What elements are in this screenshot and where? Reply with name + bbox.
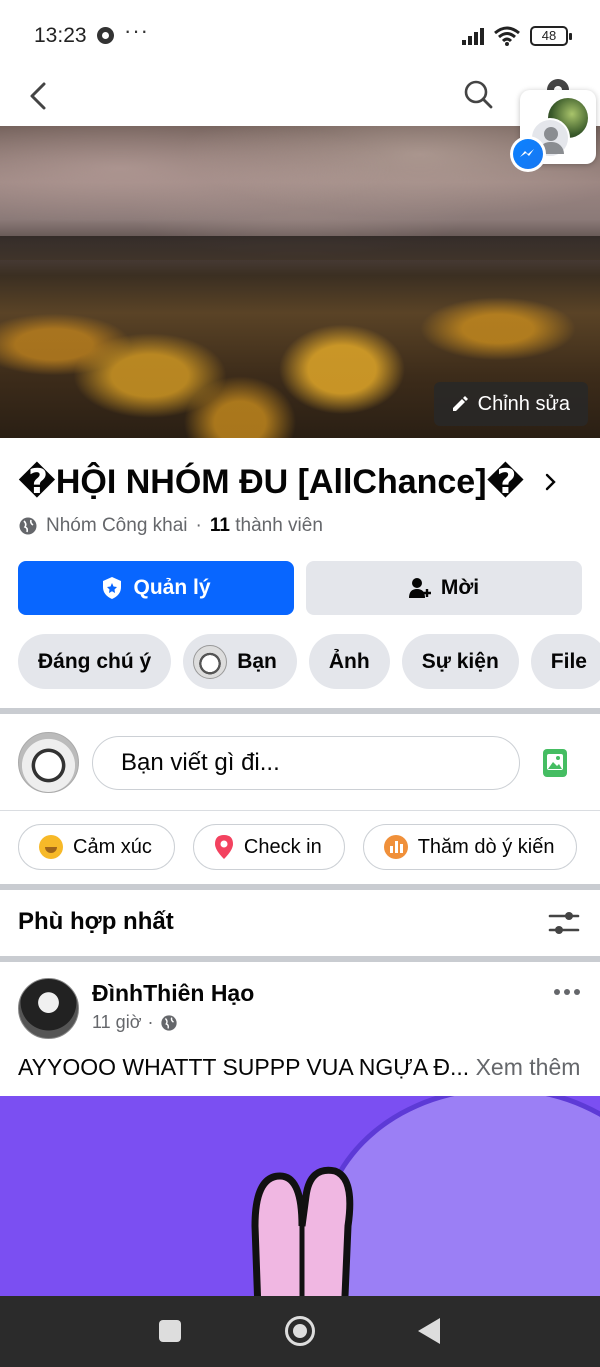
composer-input[interactable]: Bạn viết gì đi... (92, 736, 520, 790)
member-label: thành viên (235, 515, 323, 536)
composer-placeholder: Bạn viết gì đi... (121, 749, 280, 776)
top-nav (0, 70, 600, 126)
tab-photos[interactable]: Ảnh (308, 634, 390, 689)
cover-treeline (0, 236, 600, 260)
home-icon[interactable] (285, 1316, 315, 1346)
invite-button[interactable]: Mời (306, 561, 582, 615)
feeling-label: Cảm xúc (73, 835, 152, 858)
edit-cover-label: Chỉnh sửa (477, 392, 570, 415)
post-header: ĐìnhThiên Hạo 11 giờ · (18, 978, 582, 1042)
post-composer: Bạn viết gì đi... (0, 714, 600, 810)
check-in-button[interactable]: Check in (192, 824, 345, 870)
poll-button[interactable]: Thăm dò ý kiến (362, 824, 578, 870)
tab-featured[interactable]: Đáng chú ý (18, 634, 172, 689)
wifi-icon (494, 26, 520, 46)
post-author[interactable]: ĐìnhThiên Hạo (92, 980, 254, 1007)
meta-separator: · (195, 515, 202, 536)
poll-label: Thăm dò ý kiến (417, 835, 555, 858)
manage-label: Quản lý (133, 576, 211, 599)
chrome-icon (97, 27, 114, 44)
battery-icon: 48 (530, 26, 572, 46)
recent-apps-icon[interactable] (159, 1320, 181, 1342)
avatar[interactable] (18, 732, 79, 793)
poll-icon (383, 835, 408, 859)
check-in-label: Check in (243, 835, 322, 858)
tab-events[interactable]: Sự kiện (401, 634, 519, 689)
status-indicators: 48 (462, 26, 572, 46)
feeling-button[interactable]: Cảm xúc (18, 824, 175, 870)
sort-title: Phù hợp nhất (18, 908, 174, 935)
signal-icon (462, 27, 484, 45)
sort-row: Phù hợp nhất (0, 890, 600, 956)
cover-photo[interactable]: Chỉnh sửa (0, 126, 600, 438)
group-meta: Nhóm Công khai · 11 thành viên (18, 515, 323, 537)
post-image[interactable] (0, 1096, 600, 1296)
group-title: �HỘI NHÓM ĐU [AllChance]� (18, 463, 525, 501)
tab-files-label: File (550, 649, 587, 673)
invite-label: Mời (440, 576, 480, 599)
group-tabs: Đáng chú ý Bạn Ảnh Sự kiện File (18, 634, 600, 689)
chat-head[interactable] (510, 90, 596, 172)
tab-you-label: Bạn (237, 649, 277, 673)
globe-icon (160, 1014, 177, 1031)
post-time: 11 giờ · (92, 1012, 178, 1033)
status-more-icon: ··· (124, 18, 149, 43)
tab-photos-label: Ảnh (328, 649, 370, 673)
more-options-icon[interactable] (552, 982, 582, 1002)
tab-featured-label: Đáng chú ý (38, 649, 152, 673)
post-timestamp[interactable]: 11 giờ (92, 1012, 142, 1033)
divider (0, 810, 600, 811)
member-count: 11 (209, 515, 230, 536)
see-more-link[interactable]: Xem thêm (476, 1054, 581, 1080)
post-meta-separator: · (147, 1012, 154, 1032)
tab-you[interactable]: Bạn (183, 634, 297, 689)
tab-events-label: Sự kiện (421, 649, 499, 673)
add-person-icon (408, 578, 431, 598)
edit-cover-button[interactable]: Chỉnh sửa (433, 382, 588, 426)
avatar[interactable] (18, 978, 79, 1039)
emoji-icon (39, 835, 63, 859)
group-privacy: Nhóm Công khai (46, 515, 188, 536)
system-nav-bar (0, 1296, 600, 1367)
group-title-row[interactable]: �HỘI NHÓM ĐU [AllChance]� (18, 462, 578, 502)
chevron-right-icon (546, 473, 557, 491)
location-pin-icon (214, 835, 233, 859)
section-divider (0, 956, 600, 962)
post-text: AYYOOO WHATTT SUPPP VUA NGỰA Đ... Xem th… (18, 1054, 588, 1081)
messenger-icon (510, 136, 546, 172)
tab-files[interactable]: File (530, 634, 600, 689)
search-icon[interactable] (462, 74, 494, 114)
primary-actions: Quản lý Mời (18, 561, 582, 615)
back-icon[interactable] (24, 76, 52, 116)
avatar (193, 644, 228, 679)
composer-actions: Cảm xúc Check in Thăm dò ý kiến (18, 824, 578, 870)
status-bar: 13:23 ··· 48 (0, 0, 600, 70)
shield-icon (103, 577, 122, 599)
status-time: 13:23 (34, 24, 87, 47)
pencil-icon (452, 396, 468, 411)
post-body: AYYOOO WHATTT SUPPP VUA NGỰA Đ... (18, 1054, 470, 1080)
manage-button[interactable]: Quản lý (18, 561, 294, 615)
globe-icon (19, 517, 37, 535)
system-back-icon[interactable] (418, 1318, 440, 1344)
photo-icon[interactable] (542, 748, 568, 778)
filter-icon[interactable] (548, 910, 580, 936)
post-image-hand (251, 1166, 354, 1296)
